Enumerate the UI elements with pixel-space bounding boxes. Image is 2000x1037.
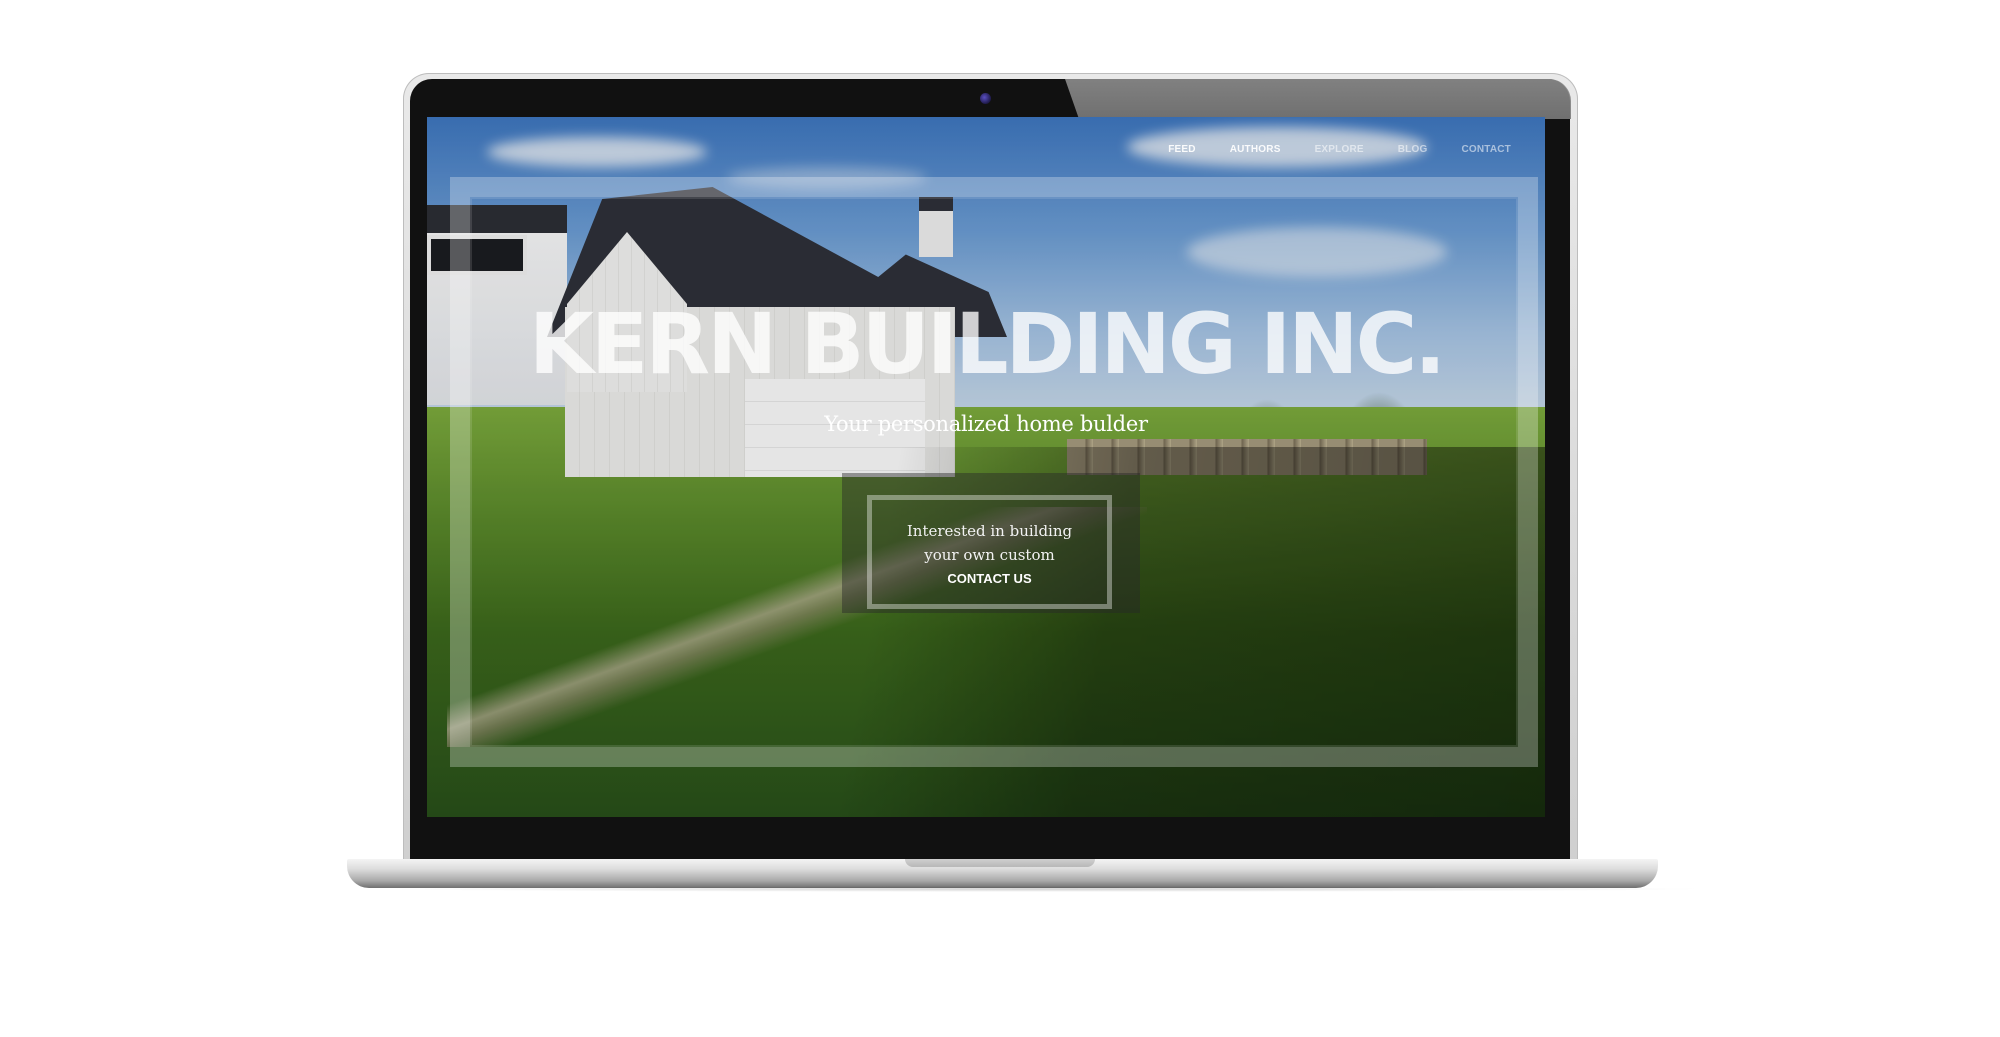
contact-us-link[interactable]: CONTACT US: [867, 571, 1112, 586]
nav-item-feed[interactable]: FEED: [1168, 144, 1195, 155]
bezel-glare: [1065, 79, 1571, 119]
laptop-screen: FEED AUTHORS EXPLORE BLOG CONTACT KERN B…: [427, 117, 1545, 817]
site-nav: FEED AUTHORS EXPLORE BLOG CONTACT: [1134, 144, 1511, 155]
camera-icon: [980, 93, 991, 104]
hero-subtitle: Your personalized home bulder: [824, 412, 1148, 436]
nav-item-explore[interactable]: EXPLORE: [1315, 144, 1364, 155]
hero-frame-inner: [470, 197, 1518, 747]
hero-title: KERN BUILDING INC.: [528, 295, 1446, 393]
nav-item-contact[interactable]: CONTACT: [1461, 144, 1511, 155]
cta-text: Interested in building your own custom: [867, 519, 1112, 567]
laptop-base-notch: [905, 859, 1095, 867]
laptop-shadow: [380, 886, 1710, 892]
cta-line-1: Interested in building: [906, 522, 1073, 540]
nav-item-authors[interactable]: AUTHORS: [1230, 144, 1281, 155]
cta-line-2: your own custom: [924, 546, 1055, 564]
nav-item-blog[interactable]: BLOG: [1398, 144, 1428, 155]
